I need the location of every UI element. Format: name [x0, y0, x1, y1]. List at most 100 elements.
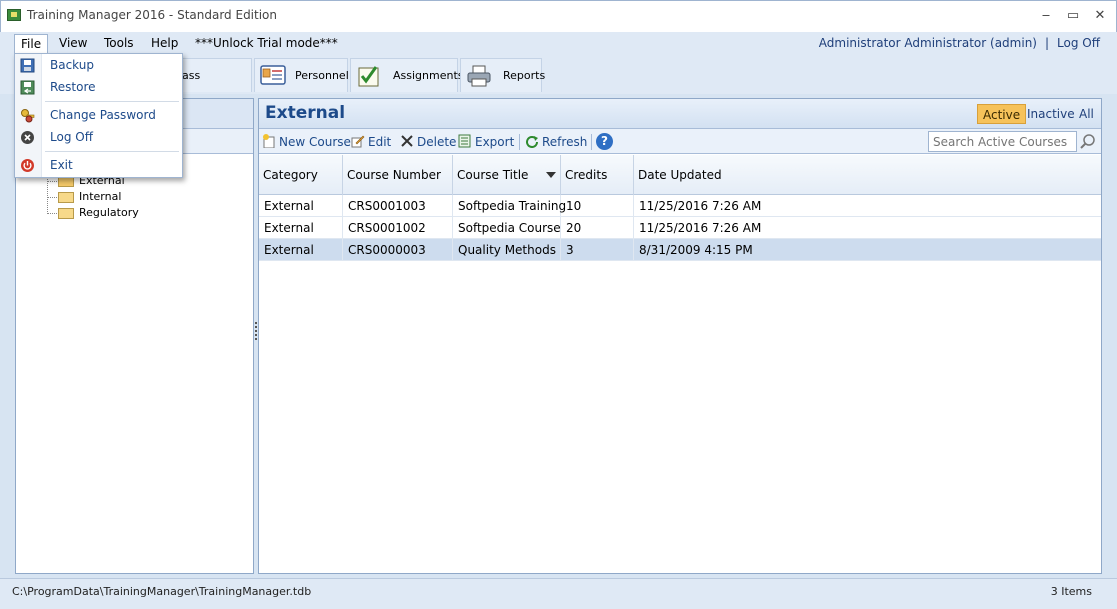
cell-course-title: Softpedia Training: [453, 195, 566, 217]
minimize-button[interactable]: ‒: [1036, 7, 1056, 25]
user-name: Administrator Administrator (admin): [818, 36, 1037, 50]
filter-inactive[interactable]: Inactive: [1022, 104, 1080, 124]
delete-x-icon: [401, 135, 413, 147]
filter-all[interactable]: All: [1074, 104, 1099, 124]
delete-button[interactable]: Delete: [400, 133, 456, 151]
app-icon: [7, 9, 21, 21]
cell-credits: 3: [561, 239, 634, 261]
menu-separator: [45, 101, 179, 102]
column-header-course-title[interactable]: Course Title: [453, 155, 561, 195]
window-title: Training Manager 2016 - Standard Edition: [27, 8, 278, 22]
menu-item-exit[interactable]: Exit: [15, 155, 182, 175]
refresh-button[interactable]: Refresh: [525, 133, 587, 151]
column-header-course-number[interactable]: Course Number: [343, 155, 453, 195]
toolbar-personnel[interactable]: Personnel: [254, 58, 349, 92]
cell-date-updated: 8/31/2009 4:15 PM: [639, 243, 753, 257]
close-button[interactable]: ✕: [1090, 7, 1110, 25]
column-header-date-updated[interactable]: Date Updated: [634, 155, 1101, 195]
toolbar-reports-label: Reports: [503, 69, 546, 82]
toolbar-separator: [519, 134, 520, 150]
tree-connector: [47, 181, 57, 182]
new-course-label: New Course: [279, 135, 351, 149]
sort-descending-icon: [546, 172, 556, 178]
toolbar-reports[interactable]: Reports: [460, 58, 546, 92]
new-course-button[interactable]: New Course: [262, 133, 351, 151]
menu-item-restore[interactable]: Restore: [15, 77, 182, 97]
folder-icon: [58, 208, 74, 219]
tree-item-label: Regulatory: [79, 206, 139, 219]
file-menu-dropdown: Backup Restore Change Password Log Off E…: [14, 53, 183, 178]
export-label: Export: [475, 135, 515, 149]
title-bar: Training Manager 2016 - Standard Edition…: [0, 0, 1117, 32]
refresh-icon: [526, 136, 538, 148]
courses-toolbar: New Course Edit Delete Export Refresh ? …: [259, 129, 1101, 154]
cell-category: External: [259, 239, 343, 261]
toolbar-assignments-label: Assignments: [393, 69, 464, 82]
menu-item-log-off[interactable]: Log Off: [15, 127, 182, 147]
personnel-card-icon: [260, 65, 286, 85]
restore-disk-icon: [20, 80, 35, 95]
database-path: C:\ProgramData\TrainingManager\TrainingM…: [12, 585, 312, 598]
menu-item-label: Change Password: [50, 108, 156, 122]
cell-category: External: [259, 217, 343, 239]
export-button[interactable]: Export: [458, 133, 514, 151]
menu-help[interactable]: Help: [145, 34, 184, 53]
help-icon[interactable]: ?: [596, 133, 613, 150]
cell-course-title: Quality Methods: [453, 239, 561, 261]
logoff-link[interactable]: Log Off: [1057, 36, 1100, 50]
checklist-icon: [358, 66, 379, 87]
search-input[interactable]: [928, 131, 1077, 152]
keys-icon: [21, 109, 35, 123]
maximize-button[interactable]: ▭: [1063, 7, 1083, 25]
column-header-label: Course Title: [457, 168, 529, 182]
export-sheet-icon: [458, 134, 471, 148]
item-count: 3 Items: [1050, 585, 1092, 598]
column-header-credits[interactable]: Credits: [561, 155, 634, 195]
tree-connector: [47, 213, 57, 214]
new-document-icon: [263, 134, 275, 148]
menu-separator: [45, 151, 179, 152]
tree-connector: [47, 197, 57, 198]
table-row-selected[interactable]: External CRS0000003 Quality Methods 3 8/…: [259, 239, 1101, 261]
table-row[interactable]: External CRS0001002 Softpedia Course 20 …: [259, 217, 1101, 239]
menu-tools[interactable]: Tools: [98, 34, 140, 53]
menu-item-label: Exit: [50, 158, 73, 172]
filter-active[interactable]: Active: [977, 104, 1027, 124]
toolbar-separator: [591, 134, 592, 150]
status-bar: C:\ProgramData\TrainingManager\TrainingM…: [0, 578, 1117, 609]
cell-course-number: CRS0000003: [343, 239, 453, 261]
cell-course-number: CRS0001002: [343, 217, 453, 239]
cell-date-updated: 11/25/2016 7:26 AM: [639, 199, 762, 213]
power-icon: [21, 159, 34, 172]
courses-panel-header: External Active Inactive All: [259, 99, 1101, 129]
logoff-icon: [21, 131, 34, 144]
delete-label: Delete: [417, 135, 457, 149]
cell-credits: 20: [561, 217, 634, 239]
menu-item-label: Restore: [50, 80, 96, 94]
column-header-category[interactable]: Category: [259, 155, 343, 195]
menu-item-label: Log Off: [50, 130, 93, 144]
user-info: Administrator Administrator (admin) | Log …: [819, 36, 1100, 50]
toolbar-assignments[interactable]: Assignments: [350, 58, 464, 92]
menu-file[interactable]: File: [14, 34, 49, 53]
courses-panel: External Active Inactive All New Course …: [258, 98, 1102, 574]
edit-pencil-icon: [351, 135, 365, 148]
menu-view[interactable]: View: [53, 34, 93, 53]
menu-item-change-password[interactable]: Change Password: [15, 105, 182, 125]
printer-icon: [467, 65, 491, 87]
menu-item-label: Backup: [50, 58, 94, 72]
tree-item-label: Internal: [79, 190, 122, 203]
user-separator: |: [1044, 36, 1050, 50]
search-icon[interactable]: [1079, 133, 1097, 151]
menu-item-backup[interactable]: Backup: [15, 55, 182, 75]
cell-credits: 10: [561, 195, 634, 217]
edit-label: Edit: [368, 135, 392, 149]
refresh-label: Refresh: [542, 135, 588, 149]
cell-category: External: [259, 195, 343, 217]
unlock-trial-link[interactable]: ***Unlock Trial mode***: [189, 34, 344, 53]
table-row[interactable]: External CRS0001003 Softpedia Training 1…: [259, 195, 1101, 217]
cell-course-title: Softpedia Course: [453, 217, 561, 239]
panel-title: External: [265, 103, 346, 123]
edit-button[interactable]: Edit: [351, 133, 391, 151]
folder-icon: [58, 192, 74, 203]
